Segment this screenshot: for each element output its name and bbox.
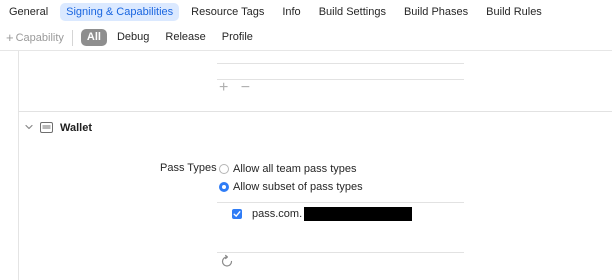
editor-tab-bar: General Signing & Capabilities Resource …: [0, 0, 612, 24]
pass-type-identifier: pass.com.: [252, 208, 303, 220]
config-profile[interactable]: Profile: [216, 29, 259, 46]
divider: [71, 29, 73, 46]
tab-build-settings[interactable]: Build Settings: [313, 3, 392, 21]
section-divider: [18, 111, 612, 112]
list-divider: [217, 63, 464, 64]
pass-type-row: pass.com.: [232, 207, 413, 221]
content-gutter-line: [18, 51, 19, 280]
config-release[interactable]: Release: [159, 29, 211, 46]
capability-filter-bar: + Capability All Debug Release Profile: [0, 25, 612, 51]
capability-title: Wallet: [60, 122, 92, 134]
refresh-icon[interactable]: [219, 253, 235, 269]
add-item-button[interactable]: +: [219, 79, 228, 96]
list-divider: [217, 202, 464, 203]
redacted-block: [304, 207, 413, 221]
add-capability-button[interactable]: + Capability: [6, 30, 64, 45]
radio-label: Allow all team pass types: [233, 163, 357, 175]
config-debug[interactable]: Debug: [111, 29, 155, 46]
tab-general[interactable]: General: [3, 3, 54, 21]
radio-button[interactable]: [219, 164, 229, 174]
list-divider: [217, 252, 464, 253]
pass-types-label: Pass Types: [160, 162, 217, 174]
remove-item-button[interactable]: −: [241, 79, 250, 96]
pass-type-checkbox[interactable]: [232, 209, 242, 219]
wallet-icon: [40, 122, 53, 133]
chevron-down-icon[interactable]: [24, 122, 34, 132]
tab-build-rules[interactable]: Build Rules: [480, 3, 548, 21]
plus-icon: +: [6, 30, 14, 45]
radio-button-selected[interactable]: [219, 182, 229, 192]
tab-build-phases[interactable]: Build Phases: [398, 3, 474, 21]
checkmark-icon: [233, 211, 241, 217]
add-capability-label: Capability: [15, 31, 64, 44]
tab-resource-tags[interactable]: Resource Tags: [185, 3, 270, 21]
tab-signing-capabilities[interactable]: Signing & Capabilities: [60, 3, 180, 21]
list-add-remove-controls: + −: [219, 80, 258, 96]
config-all[interactable]: All: [80, 29, 107, 46]
tab-info[interactable]: Info: [276, 3, 306, 21]
radio-allow-all-pass-types[interactable]: Allow all team pass types: [219, 163, 357, 175]
radio-label: Allow subset of pass types: [233, 181, 363, 193]
radio-allow-subset-pass-types[interactable]: Allow subset of pass types: [219, 181, 363, 193]
